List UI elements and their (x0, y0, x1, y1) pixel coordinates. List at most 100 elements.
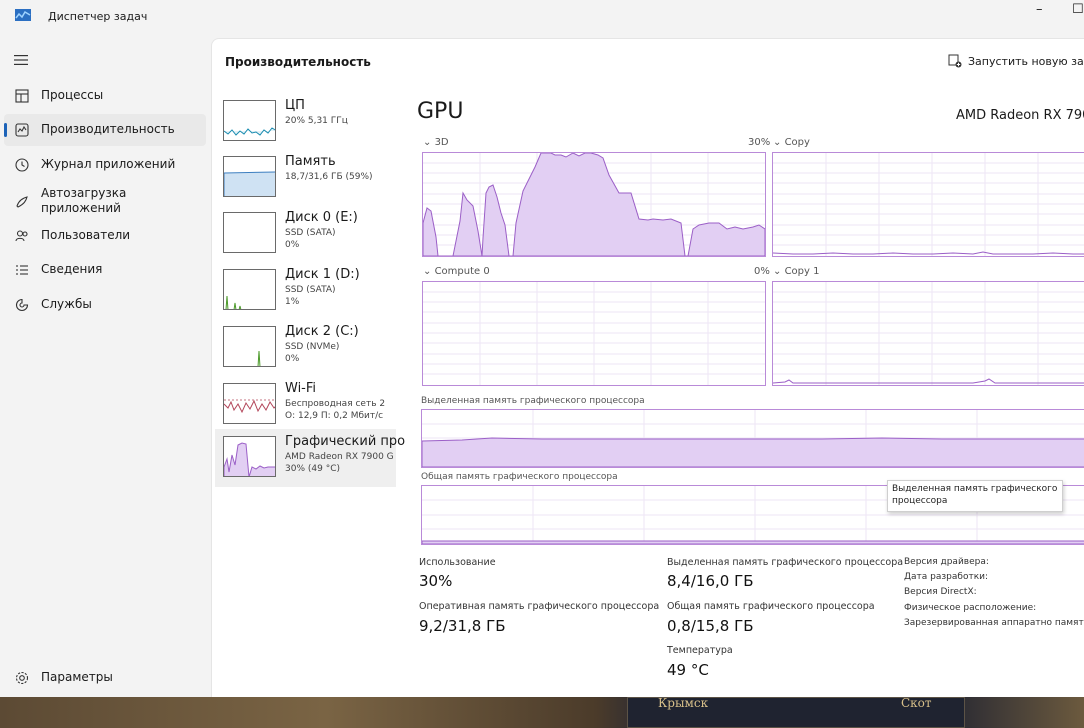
physical-location-label: Физическое расположение: (904, 603, 1037, 613)
resource-item-disk-2[interactable]: Диск 2 (C:) SSD (NVMe) 0% (215, 321, 396, 377)
sidebar-item-label: Процессы (41, 88, 104, 102)
cpu-thumbnail-graph (223, 100, 276, 141)
resource-detail: 20% 5,31 ГГц (285, 116, 348, 126)
sidebar: Процессы Производительность Журнал прило… (0, 38, 211, 697)
shared-memory-label: Общая память графического процессора (667, 601, 875, 612)
sidebar-item-performance[interactable]: Производительность (4, 114, 206, 146)
shared-memory-value: 0,8/15,8 ГБ (667, 617, 754, 635)
sidebar-item-label: Производительность (41, 122, 175, 136)
resource-item-disk-1[interactable]: Диск 1 (D:) SSD (SATA) 1% (215, 264, 396, 320)
resource-detail: SSD (SATA) (285, 228, 336, 238)
graph-copy-1 (772, 281, 1084, 386)
temperature-label: Температура (667, 645, 733, 656)
wifi-thumbnail-graph (223, 383, 276, 424)
directx-version-label: Версия DirectX: (904, 587, 977, 597)
engine-selector-compute-0[interactable]: ⌄ Compute 0 (423, 266, 490, 277)
graph-tooltip: Выделенная память графического процессор… (887, 480, 1063, 512)
disk-0-thumbnail-graph (223, 212, 276, 253)
new-task-icon (948, 54, 962, 68)
gpu-model-name: AMD Radeon RX 790 (956, 108, 1084, 123)
graph-3d (422, 152, 766, 257)
gear-icon (15, 671, 29, 685)
maximize-button[interactable]: ☐ (1072, 2, 1084, 17)
engine-selector-copy[interactable]: ⌄ Copy (773, 137, 810, 148)
gpu-title: GPU (417, 99, 464, 124)
resource-item-memory[interactable]: Память 18,7/31,6 ГБ (59%) (215, 151, 396, 207)
resource-name: Диск 1 (D:) (285, 267, 360, 282)
sidebar-item-services[interactable]: Службы (4, 289, 206, 321)
shared-memory-graph-label: Общая память графического процессора (421, 472, 618, 482)
temperature-value: 49 °C (667, 661, 709, 679)
resource-detail: SSD (NVMe) (285, 342, 340, 352)
driver-date-label: Дата разработки: (904, 572, 989, 582)
resource-usage: 0% (285, 240, 300, 250)
sidebar-item-details[interactable]: Сведения (4, 254, 206, 286)
gpu-ram-label: Оперативная память графического процессо… (419, 601, 660, 612)
resource-name: ЦП (285, 98, 305, 113)
resource-name: Память (285, 154, 336, 169)
sidebar-item-users[interactable]: Пользователи (4, 220, 206, 252)
usage-label: Использование (419, 557, 496, 568)
gpu-thumbnail-graph (223, 436, 276, 477)
sidebar-item-app-history[interactable]: Журнал приложений (4, 149, 206, 181)
app-history-icon (15, 158, 29, 172)
title-bar[interactable]: Диспетчер задач – ☐ (0, 0, 1084, 38)
sidebar-item-label: Пользователи (41, 228, 131, 242)
services-icon (15, 298, 29, 312)
dedicated-memory-label: Выделенная память графического процессор… (667, 557, 904, 568)
usage-value: 30% (419, 572, 453, 590)
resource-name: Графический про (285, 434, 406, 449)
resource-name: Wi-Fi (285, 381, 317, 396)
memory-thumbnail-graph (223, 156, 276, 197)
startup-apps-icon (16, 196, 28, 208)
resource-name: Диск 2 (C:) (285, 324, 359, 339)
users-icon (15, 230, 28, 242)
dedicated-memory-graph-label: Выделенная память графического процессор… (421, 396, 645, 406)
sidebar-item-startup-apps[interactable]: Автозагрузка приложений (4, 184, 206, 220)
run-new-task-label: Запустить новую задачу (968, 55, 1084, 68)
engine-selector-3d[interactable]: ⌄ 3D (423, 137, 449, 148)
resource-usage: 30% (49 °C) (285, 464, 340, 474)
engine-selector-copy-1[interactable]: ⌄ Copy 1 (773, 266, 819, 277)
resource-usage: 1% (285, 297, 300, 307)
sidebar-item-label: Автозагрузка приложений (41, 186, 127, 215)
gpu-ram-value: 9,2/31,8 ГБ (419, 617, 506, 635)
disk-1-thumbnail-graph (223, 269, 276, 310)
sidebar-item-label: Журнал приложений (41, 157, 176, 171)
resource-item-cpu[interactable]: ЦП 20% 5,31 ГГц (215, 95, 396, 151)
details-icon (16, 265, 28, 275)
task-manager-window: Диспетчер задач – ☐ Процессы Производите… (0, 0, 1084, 697)
active-indicator (4, 123, 7, 137)
processes-icon (15, 89, 29, 103)
resource-item-wifi[interactable]: Wi-Fi Беспроводная сеть 2 О: 12,9 П: 0,2… (215, 378, 396, 434)
engine-value-3d: 30% (748, 137, 771, 148)
resource-name: Диск 0 (E:) (285, 210, 358, 225)
sidebar-item-processes[interactable]: Процессы (4, 80, 206, 112)
hardware-reserved-memory-label: Зарезервированная аппаратно памят (904, 618, 1084, 628)
desktop-game-bar: Крымск Скот (627, 696, 965, 728)
engine-value-compute-0: 0% (754, 266, 770, 277)
performance-icon (15, 123, 29, 137)
sidebar-item-label: Сведения (41, 262, 103, 276)
disk-2-thumbnail-graph (223, 326, 276, 367)
resource-detail: 18,7/31,6 ГБ (59%) (285, 172, 373, 182)
sidebar-item-label: Параметры (41, 670, 113, 684)
minimize-button[interactable]: – (1036, 2, 1043, 17)
sidebar-item-label: Службы (41, 297, 92, 311)
resource-usage: 0% (285, 354, 300, 364)
resource-detail: AMD Radeon RX 7900 G (285, 452, 394, 462)
graph-dedicated-memory (421, 409, 1084, 468)
dedicated-memory-value: 8,4/16,0 ГБ (667, 572, 754, 590)
resource-item-gpu[interactable]: Графический про AMD Radeon RX 7900 G 30%… (215, 429, 405, 487)
main-content: Производительность Запустить новую задач… (211, 38, 1084, 697)
sidebar-item-settings[interactable]: Параметры (4, 662, 206, 694)
page-title: Производительность (225, 55, 371, 69)
graph-copy (772, 152, 1084, 257)
resource-item-disk-0[interactable]: Диск 0 (E:) SSD (SATA) 0% (215, 207, 396, 263)
window-title: Диспетчер задач (48, 10, 148, 23)
resource-usage: О: 12,9 П: 0,2 Мбит/с (285, 411, 384, 421)
desktop-left-label: Крымск (658, 696, 709, 710)
hamburger-menu-icon[interactable] (14, 54, 28, 66)
resource-detail: Беспроводная сеть 2 (285, 399, 386, 409)
graph-compute-0 (422, 281, 766, 386)
